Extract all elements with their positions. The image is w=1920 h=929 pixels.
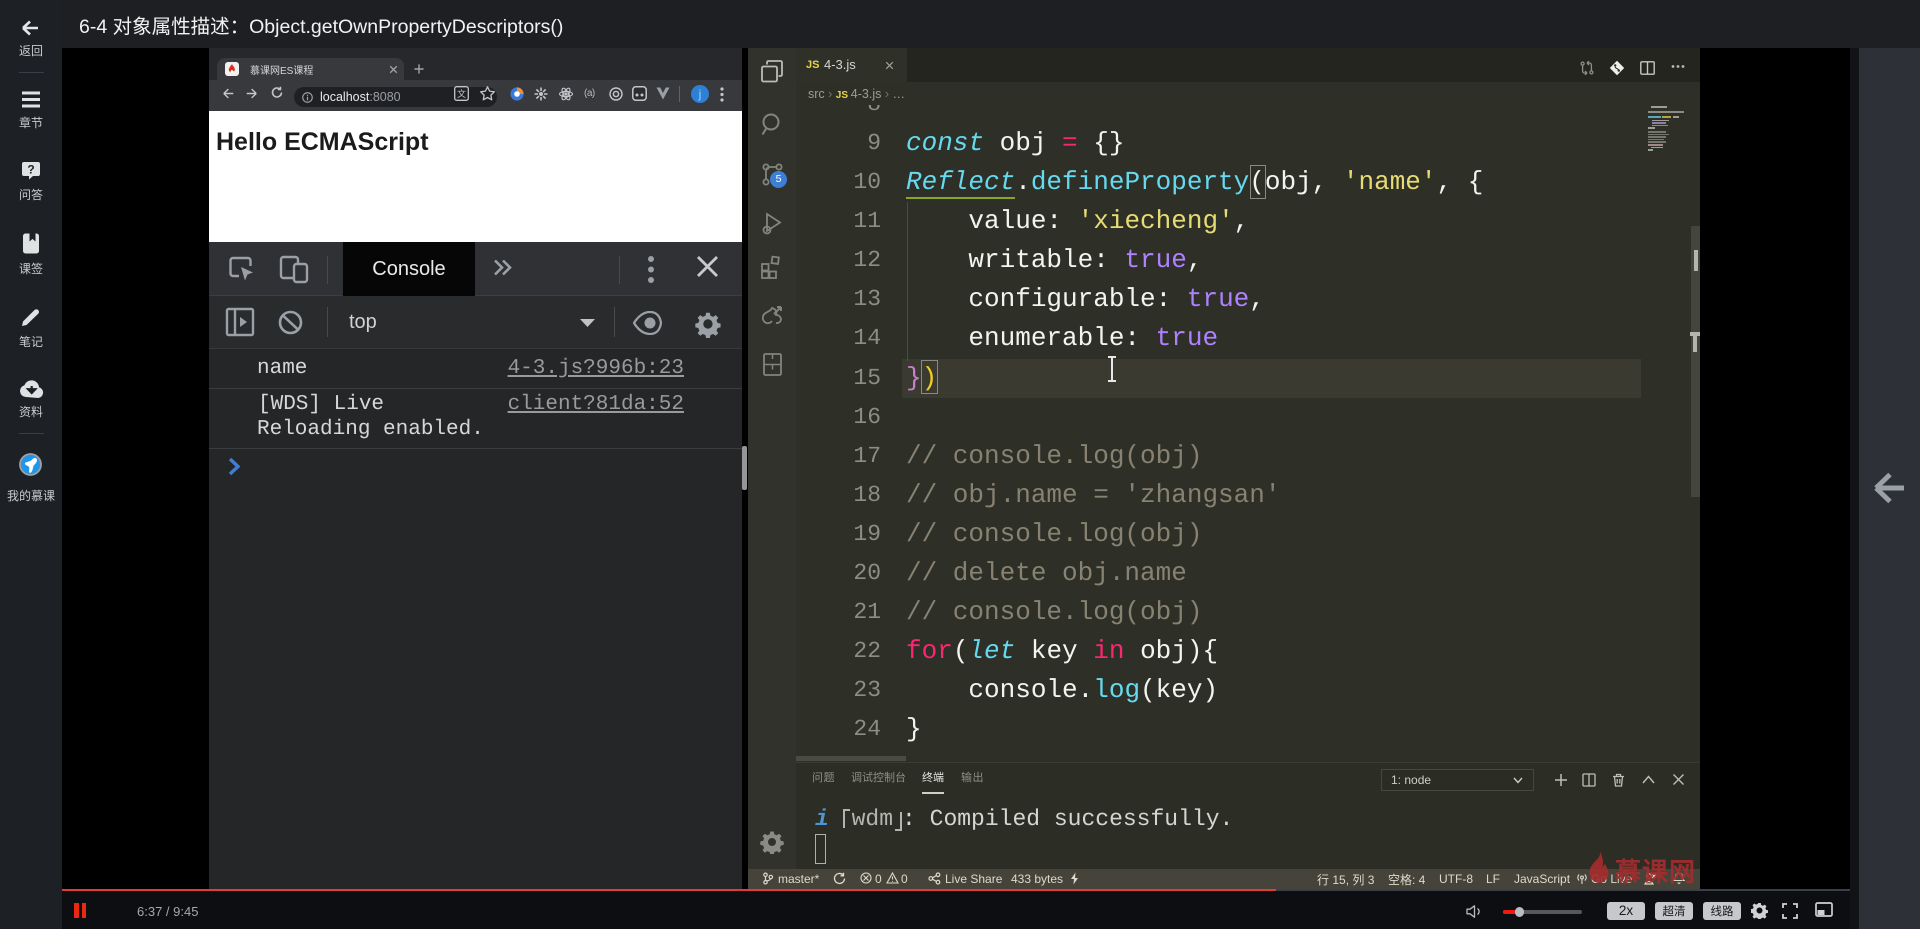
svg-text:文: 文 <box>457 87 466 100</box>
svg-text:?: ? <box>27 163 34 177</box>
